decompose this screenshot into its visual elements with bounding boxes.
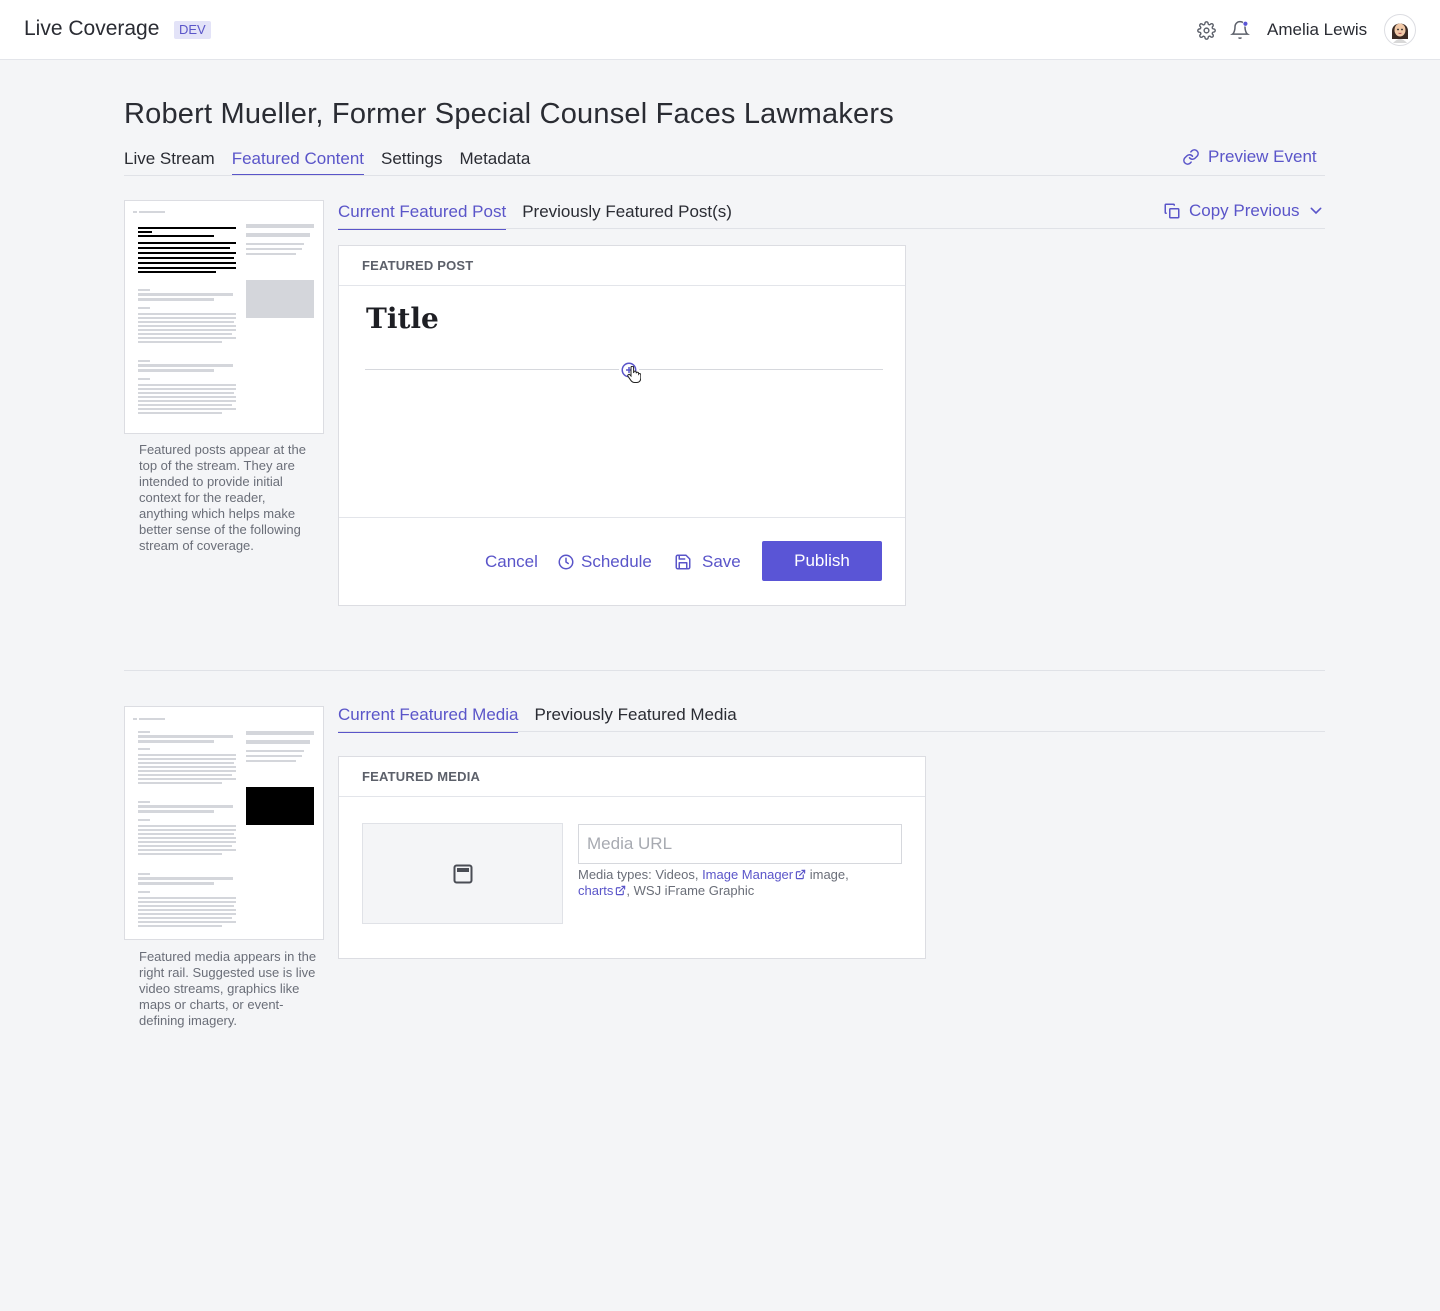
media-icon	[453, 864, 472, 883]
copy-icon	[1164, 203, 1180, 219]
image-manager-link-label: Image Manager	[702, 867, 794, 882]
tab-metadata[interactable]: Metadata	[459, 149, 530, 176]
tab-featured-content[interactable]: Featured Content	[231, 149, 365, 176]
featured-media-description: Featured media appears in the right rail…	[139, 949, 317, 1028]
tab-live-stream[interactable]: Live Stream	[124, 149, 215, 176]
top-bar: Live Coverage DEV Amelia Lewis	[0, 0, 1440, 60]
copy-previous-label: Copy Previous	[1189, 201, 1300, 220]
featured-post-tabs: Current Featured Post Previously Feature…	[338, 202, 748, 230]
save-button[interactable]: Save	[674, 552, 741, 572]
schedule-button[interactable]: Schedule	[557, 552, 652, 572]
tab-previously-featured-media[interactable]: Previously Featured Media	[534, 705, 736, 733]
hand-cursor-icon	[627, 366, 641, 383]
cancel-button[interactable]: Cancel	[485, 552, 538, 572]
preview-event-label: Preview Event	[1208, 147, 1317, 166]
user-name[interactable]: Amelia Lewis	[1267, 20, 1367, 40]
copy-previous-dropdown[interactable]: Copy Previous	[1163, 201, 1324, 221]
schedule-label: Schedule	[581, 552, 652, 571]
page-title: Robert Mueller, Former Special Counsel F…	[124, 98, 894, 130]
featured-media-thumbnail	[124, 706, 324, 940]
env-badge: DEV	[174, 21, 211, 39]
featured-post-card-header: FEATURED POST	[339, 246, 905, 286]
charts-link[interactable]: charts	[578, 883, 626, 898]
featured-post-thumbnail	[124, 200, 324, 434]
publish-button[interactable]: Publish	[762, 541, 882, 581]
link-icon	[1183, 149, 1199, 165]
clock-icon	[558, 554, 574, 570]
media-url-input[interactable]	[578, 824, 902, 864]
featured-media-card: FEATURED MEDIA Media types: Videos, Imag…	[338, 756, 926, 959]
tab-current-featured-post[interactable]: Current Featured Post	[338, 202, 507, 230]
featured-post-card: FEATURED POST Title Cancel Schedule Save…	[338, 245, 906, 606]
featured-post-tabs-divider	[338, 228, 1325, 229]
post-title-field[interactable]: Title	[366, 302, 439, 335]
tab-settings[interactable]: Settings	[381, 149, 442, 176]
featured-media-card-header: FEATURED MEDIA	[339, 757, 925, 797]
external-link-icon	[795, 869, 806, 880]
section-divider	[124, 670, 1325, 671]
tab-current-featured-media[interactable]: Current Featured Media	[338, 705, 519, 733]
app-title[interactable]: Live Coverage	[24, 17, 159, 41]
media-help-prefix: Media types: Videos,	[578, 867, 703, 882]
media-types-help: Media types: Videos, Image Manager image…	[578, 867, 898, 899]
bell-icon[interactable]	[1229, 19, 1251, 41]
avatar[interactable]	[1384, 14, 1416, 46]
tab-previously-featured-posts[interactable]: Previously Featured Post(s)	[522, 202, 732, 230]
charts-link-label: charts	[578, 883, 614, 898]
card-footer-divider	[339, 517, 905, 518]
save-icon	[675, 554, 691, 570]
preview-event-link[interactable]: Preview Event	[1182, 147, 1317, 167]
external-link-icon	[616, 885, 626, 896]
tabs-divider	[124, 175, 1325, 176]
gear-icon[interactable]	[1195, 19, 1217, 41]
featured-media-tabs: Current Featured Media Previously Featur…	[338, 705, 753, 733]
save-label: Save	[702, 552, 741, 571]
main-tabs: Live Stream Featured Content Settings Me…	[124, 149, 547, 176]
media-help-middle: image,	[806, 867, 849, 882]
featured-post-description: Featured posts appear at the top of the …	[139, 442, 306, 553]
cancel-label: Cancel	[485, 552, 538, 571]
media-help-suffix: , WSJ iFrame Graphic	[626, 883, 755, 898]
image-manager-link[interactable]: Image Manager	[702, 867, 806, 882]
chevron-down-icon	[1310, 207, 1322, 215]
media-preview-placeholder	[362, 823, 563, 924]
featured-media-tabs-divider	[338, 731, 1325, 732]
